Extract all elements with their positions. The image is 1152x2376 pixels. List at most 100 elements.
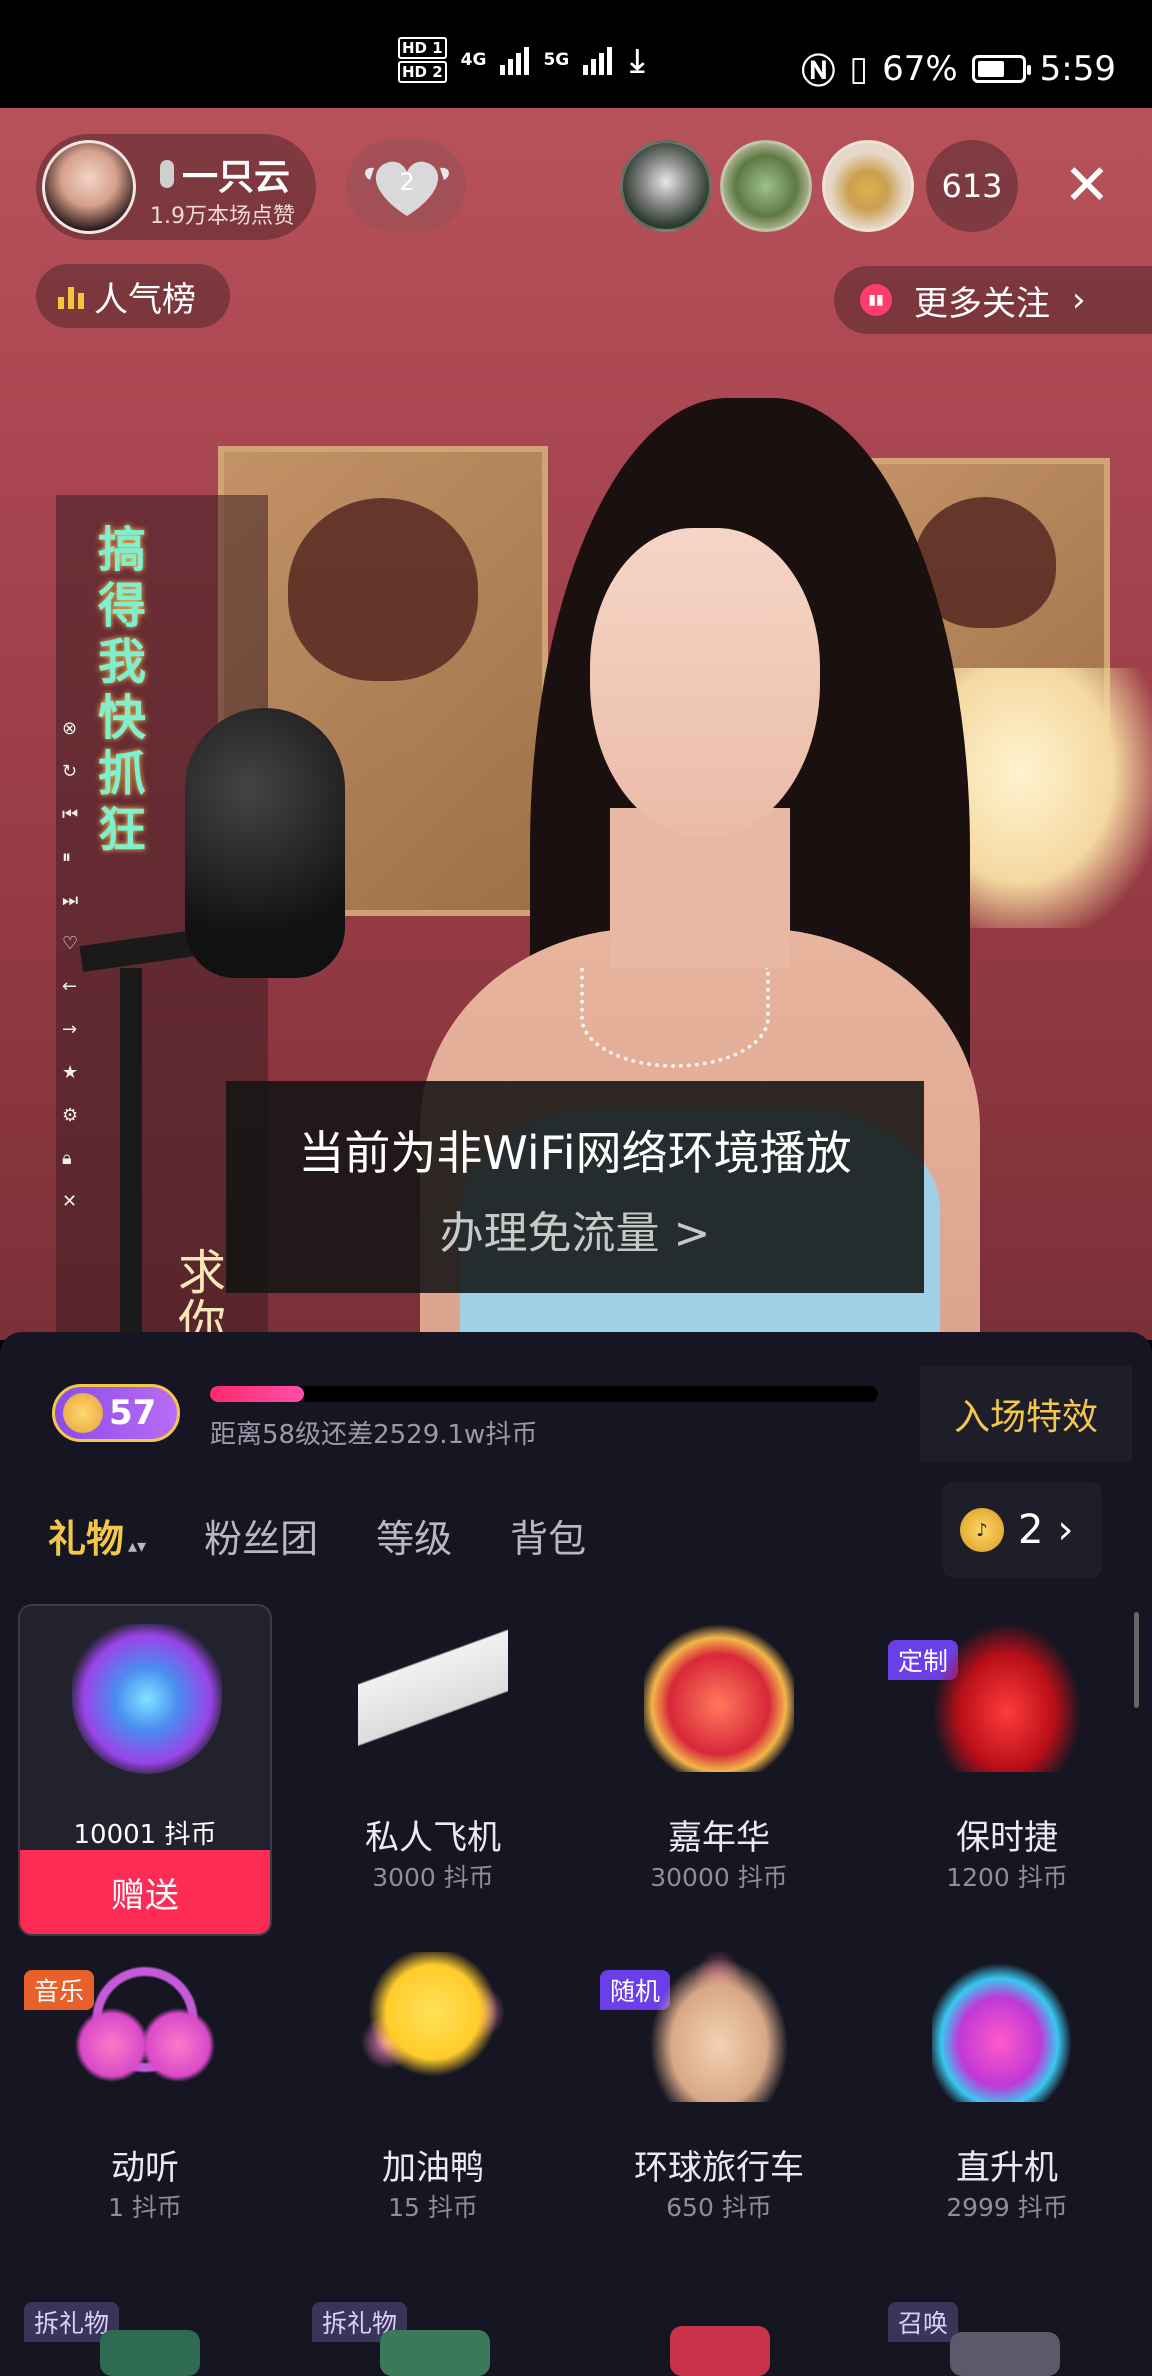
entry-effect-button[interactable]: 入场特效 <box>920 1366 1132 1462</box>
battery-icon <box>971 54 1031 83</box>
x-icon: ✕ <box>62 1191 78 1212</box>
gift-item[interactable]: 定制 保时捷 1200 抖币 <box>880 1604 1134 1934</box>
sort-icon: ▴▾ <box>128 1536 147 1557</box>
gift-price: 10001 抖币 <box>73 1820 217 1850</box>
coin-balance-button[interactable]: ♪ 2 › <box>942 1482 1102 1578</box>
repeat-icon: ↻ <box>62 761 78 782</box>
porsche-gift-icon <box>932 1622 1082 1772</box>
host-avatar[interactable] <box>42 140 136 234</box>
duck-gift-icon <box>358 1952 508 2102</box>
battery-percent: 67% <box>882 48 958 89</box>
gift-scrollbar[interactable] <box>1134 1612 1139 1708</box>
microphone <box>185 708 345 978</box>
close-button[interactable]: ✕ <box>1052 150 1122 220</box>
close-icon: ⊗ <box>62 718 78 739</box>
nfc-icon: Ⓝ <box>801 52 836 92</box>
headphones-gift-icon <box>70 1952 220 2102</box>
clock: 5:59 <box>1039 48 1116 89</box>
level-badge[interactable]: 57 <box>52 1384 180 1442</box>
status-right: Ⓝ ▯ 67% 5:59 <box>801 44 1116 93</box>
star-icon: ★ <box>62 1062 79 1083</box>
host-likes: 1.9万本场点赞 <box>150 204 295 229</box>
viewer-avatar[interactable] <box>620 140 712 232</box>
gift-name: 环球旅行车 <box>634 2148 804 2188</box>
viewer-avatar[interactable] <box>822 140 914 232</box>
popularity-rank-button[interactable]: 人气榜 <box>36 264 230 328</box>
gift-price: 30000 抖币 <box>650 1863 788 1892</box>
pause-icon: ⏸ <box>62 847 71 868</box>
sim1-label: HD 1 <box>398 37 447 59</box>
mic-stand <box>120 968 142 1340</box>
lock-icon: 🔒︎ <box>62 1148 72 1169</box>
bar-chart-icon <box>58 283 84 309</box>
download-icon: ⤓ <box>630 40 645 79</box>
rocket-gift-icon <box>72 1624 222 1774</box>
gift-item[interactable]: 音乐 动听 1 抖币 <box>18 1934 272 2264</box>
necklace <box>580 968 770 1068</box>
gift-name: 动听 <box>111 2148 179 2188</box>
like-count: 2 <box>399 168 415 196</box>
sim-labels: HD 1 HD 2 <box>398 36 447 84</box>
gift-item[interactable]: 私人飞机 3000 抖币 <box>306 1604 560 1934</box>
helicopter-gift-icon <box>932 1952 1082 2102</box>
more-follow-button[interactable]: ▮▮ 更多关注 › <box>834 266 1152 334</box>
summon-tag: 召唤 <box>888 2302 959 2342</box>
gift-box-icon[interactable] <box>950 2332 1060 2376</box>
viewer-avatar[interactable] <box>720 140 812 232</box>
gift-name: 加油鸭 <box>382 2148 484 2188</box>
lyrics-title: 搞得我快抓狂 <box>98 522 147 858</box>
status-bar: HD 1 HD 2 4G 5G ⤓ Ⓝ ▯ 67% 5:59 <box>0 0 1152 108</box>
network-type-1: 4G <box>460 50 487 70</box>
mic-icon <box>160 160 174 188</box>
travel-car-gift-icon <box>644 1952 794 2102</box>
next-icon: ⏭ <box>62 890 79 911</box>
private-jet-gift-icon <box>358 1622 508 1772</box>
forward-icon: → <box>62 1019 78 1040</box>
tab-backpack[interactable]: 背包 <box>510 1508 586 1563</box>
send-gift-button[interactable]: 赠送 <box>20 1850 270 1934</box>
level-number: 57 <box>109 1393 157 1433</box>
gift-item[interactable]: 随机 环球旅行车 650 抖币 <box>592 1934 846 2264</box>
signal-bars-icon <box>583 45 613 75</box>
gift-price: 650 抖币 <box>666 2193 772 2222</box>
signal-indicators: HD 1 HD 2 4G 5G ⤓ <box>398 36 644 84</box>
gift-price: 2999 抖币 <box>946 2193 1068 2222</box>
player-controls: ⊗ ↻ ⏮ ⏸ ⏭ ♡ ← → ★ ⚙ 🔒︎ ✕ <box>62 718 78 1212</box>
rank-label: 人气榜 <box>94 279 196 320</box>
gift-item[interactable]: 加油鸭 15 抖币 <box>306 1934 560 2264</box>
gift-price: 1 抖币 <box>108 2193 182 2222</box>
sim2-label: HD 2 <box>398 61 447 83</box>
level-gem-icon <box>63 1393 103 1433</box>
tab-fan-club[interactable]: 粉丝团 <box>204 1508 318 1563</box>
gift-box-icon[interactable] <box>670 2326 770 2376</box>
back-icon: ← <box>62 976 78 997</box>
viewer-count[interactable]: 613 <box>926 140 1018 232</box>
gift-item[interactable]: 嘉年华 30000 抖币 <box>592 1604 846 1934</box>
gift-box-icon[interactable] <box>100 2330 200 2376</box>
tab-level[interactable]: 等级 <box>376 1508 452 1563</box>
gift-name: 保时捷 <box>956 1818 1058 1858</box>
level-progress-bar <box>210 1386 878 1402</box>
level-progress-text: 距离58级还差2529.1w抖币 <box>210 1420 538 1450</box>
host-name-row: 一只云 <box>160 148 290 200</box>
gift-item-selected[interactable]: 10001 抖币 赠送 <box>18 1604 272 1936</box>
tab-gifts[interactable]: 礼物 ▴▾ <box>48 1508 146 1563</box>
gear-icon: ⚙ <box>62 1105 79 1126</box>
gift-item[interactable]: 直升机 2999 抖币 <box>880 1934 1134 2264</box>
chevron-right-icon: › <box>1072 280 1086 320</box>
host-name: 一只云 <box>182 157 291 198</box>
carnival-gift-icon <box>644 1622 794 1772</box>
toast-title: 当前为非WiFi网络环境播放 <box>298 1126 852 1180</box>
prev-icon: ⏮ <box>62 804 79 825</box>
gift-price: 1200 抖币 <box>946 1863 1068 1892</box>
gift-name: 私人飞机 <box>365 1818 501 1858</box>
gift-name: 直升机 <box>956 2148 1058 2188</box>
gift-tabs: 礼物 ▴▾ 粉丝团 等级 背包 <box>48 1508 586 1563</box>
free-data-link[interactable]: 办理免流量 > <box>226 1197 924 1261</box>
coin-balance: 2 <box>1018 1507 1044 1553</box>
heart-icon: ♡ <box>62 933 79 954</box>
signal-bars-icon <box>500 45 530 75</box>
network-type-2: 5G <box>543 50 570 70</box>
gift-box-icon[interactable] <box>380 2330 490 2376</box>
chevron-right-icon: › <box>1057 1507 1074 1553</box>
